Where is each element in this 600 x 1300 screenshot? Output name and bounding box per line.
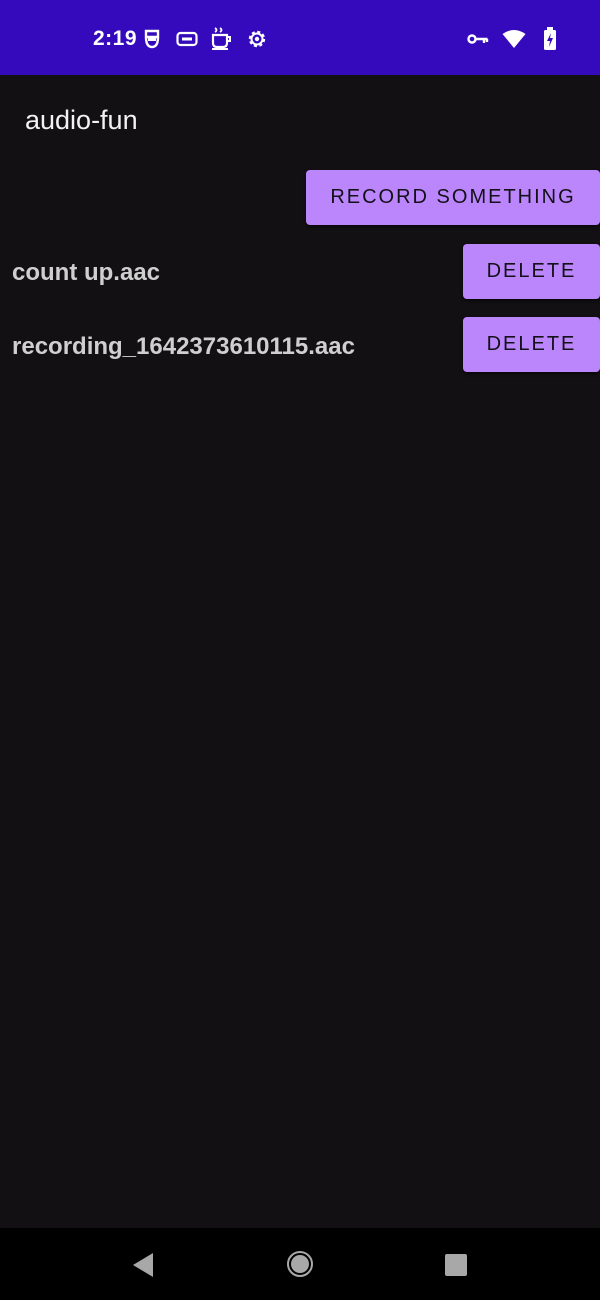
coffee-notification-icon [210,26,234,52]
status-time: 2:19 [93,27,138,50]
back-icon[interactable] [131,1252,155,1283]
delete-button[interactable]: DELETE [463,317,600,372]
battery-charging-icon [538,26,562,52]
app-title: audio-fun [25,105,138,135]
settings-notification-icon [245,26,269,52]
status-bar: 2:19 [0,0,600,75]
wifi-icon [502,26,526,52]
system-status-icons [466,26,562,52]
delete-button[interactable]: DELETE [463,244,600,299]
cast-notification-icon [175,26,199,52]
mask-notification-icon [140,26,164,52]
recording-file-name: count up.aac [12,259,161,286]
recording-file-name: recording_1642373610115.aac [12,333,355,360]
record-something-button[interactable]: RECORD SOMETHING [306,170,600,225]
notification-icons [140,26,269,52]
home-icon[interactable] [286,1250,314,1283]
recents-icon[interactable] [444,1253,468,1282]
vpn-key-icon [466,26,490,52]
